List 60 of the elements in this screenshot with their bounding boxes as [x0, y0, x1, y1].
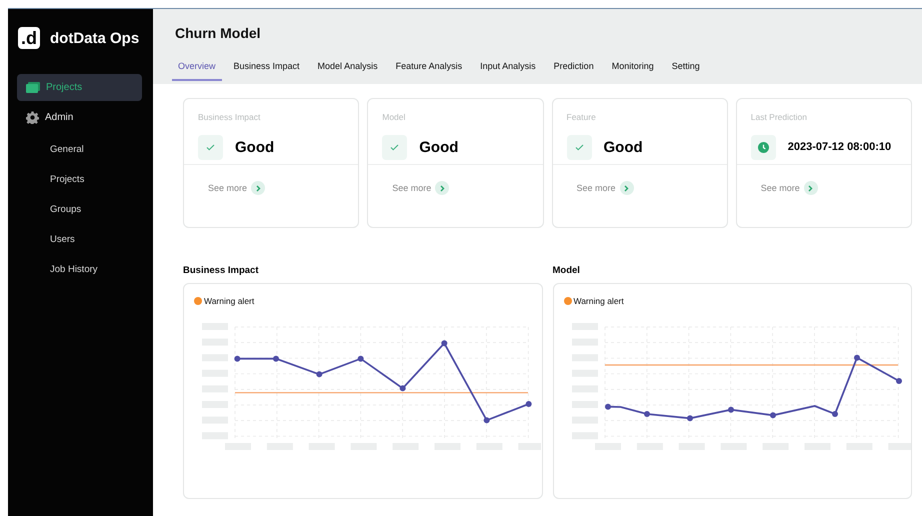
tab[interactable]: Input Analysis — [474, 55, 542, 81]
status-value: Good — [235, 138, 274, 156]
clock-icon — [758, 142, 769, 152]
sidebar-subitem[interactable]: Groups — [17, 194, 142, 224]
see-more-link[interactable]: See more — [392, 181, 450, 195]
chevron-right-icon — [808, 184, 814, 192]
data-point — [770, 412, 776, 418]
tab[interactable]: Business Impact — [228, 55, 306, 81]
check-icon — [390, 144, 400, 150]
chevron-right-icon — [440, 184, 445, 192]
card-title: Last Prediction — [750, 111, 808, 122]
tab[interactable]: Model Analysis — [312, 55, 384, 81]
data-point — [526, 401, 532, 407]
sidebar-subitem[interactable]: Projects — [17, 164, 142, 194]
see-more-link[interactable]: See more — [576, 181, 634, 195]
data-point — [400, 385, 406, 392]
settings-icon — [26, 111, 39, 124]
tab[interactable]: Prediction — [548, 55, 600, 81]
data-point — [441, 340, 448, 346]
data-point — [316, 371, 322, 378]
see-more-link[interactable]: See more — [208, 181, 266, 195]
chart-title: Model — [552, 264, 581, 278]
card-title: Business Impact — [197, 111, 262, 122]
chart-legend: Warning alert — [194, 296, 254, 306]
data-point — [644, 411, 650, 417]
see-more-link[interactable]: See more — [760, 181, 818, 195]
status-value: Good — [604, 138, 643, 156]
app-name: dotData Ops — [50, 30, 140, 46]
chart-title: Business Impact — [183, 264, 260, 278]
chart-legend: Warning alert — [564, 296, 624, 306]
chevron-right-icon — [256, 184, 261, 192]
data-point — [484, 417, 490, 424]
check-icon — [574, 144, 584, 150]
tab[interactable]: Feature Analysis — [390, 55, 468, 81]
sidebar-subitem[interactable]: General — [17, 134, 142, 164]
app-logo: .d — [18, 27, 40, 49]
status-value: Good — [419, 138, 458, 156]
chevron-right-icon — [624, 184, 630, 192]
sidebar-subitem[interactable]: Users — [17, 224, 142, 254]
data-point — [234, 356, 240, 362]
data-point — [896, 378, 902, 384]
data-point — [854, 354, 860, 361]
page-title: Churn Model — [175, 24, 262, 43]
card-title: Feature — [566, 111, 597, 122]
data-point — [728, 406, 734, 413]
data-point — [273, 356, 279, 362]
tab[interactable]: Setting — [666, 55, 706, 81]
folder-icon — [26, 82, 40, 93]
sidebar-item[interactable]: Projects — [17, 74, 142, 101]
data-point — [604, 404, 610, 410]
data-point — [686, 415, 692, 422]
sidebar-subitem[interactable]: Job History — [17, 254, 142, 284]
tab[interactable]: Overview — [172, 55, 222, 81]
sidebar-item[interactable]: Admin — [17, 104, 142, 131]
card-title: Model — [381, 111, 406, 122]
data-point — [832, 411, 838, 417]
data-point — [358, 356, 364, 362]
status-value: 2023-07-12 08:00:10 — [788, 141, 892, 153]
tab[interactable]: Monitoring — [606, 55, 660, 81]
check-icon — [206, 144, 215, 150]
